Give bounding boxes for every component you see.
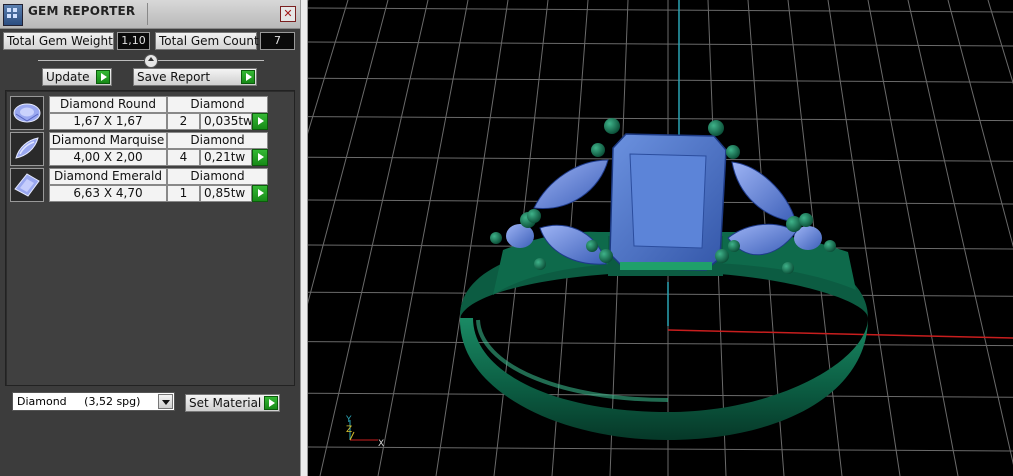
play-arrow-icon bbox=[241, 70, 255, 84]
gem-name: Diamond Marquise bbox=[49, 132, 167, 149]
slider-handle[interactable] bbox=[144, 54, 158, 68]
material-spg: (3,52 spg) bbox=[84, 395, 141, 408]
set-material-button[interactable]: Set Material bbox=[185, 394, 280, 412]
gem-material: Diamond bbox=[167, 132, 268, 149]
total-gem-weight-label: Total Gem Weight bbox=[3, 32, 114, 50]
gem-weight: 0,85tw bbox=[200, 185, 252, 202]
gem-row[interactable]: Diamond Marquise Diamond 4,00 X 2,00 4 0… bbox=[10, 132, 268, 166]
gem-select-button[interactable] bbox=[252, 185, 268, 202]
emerald-table-facet bbox=[629, 153, 707, 249]
axis-triad-y-label: Y bbox=[345, 415, 352, 425]
gem-count: 2 bbox=[167, 113, 200, 130]
save-report-button-label: Save Report bbox=[137, 70, 211, 84]
close-button[interactable]: ✕ bbox=[280, 6, 296, 22]
play-arrow-icon bbox=[96, 70, 110, 84]
gem-count: 1 bbox=[167, 185, 200, 202]
gem-size: 1,67 X 1,67 bbox=[49, 113, 167, 130]
marquise-gem-icon bbox=[10, 132, 44, 166]
gem-select-button[interactable] bbox=[252, 149, 268, 166]
3d-viewport[interactable]: Y Z X bbox=[308, 0, 1013, 476]
gem-material: Diamond bbox=[167, 96, 268, 113]
emerald-girdle bbox=[620, 262, 712, 270]
gem-material: Diamond bbox=[167, 168, 268, 185]
title-bar: GEM REPORTER ✕ bbox=[0, 0, 300, 29]
gem-list: Diamond Round Diamond 1,67 X 1,67 2 0,03… bbox=[5, 90, 295, 386]
update-button-label: Update bbox=[46, 70, 90, 84]
gem-select-button[interactable] bbox=[252, 113, 268, 130]
axis-triad-z-label: Z bbox=[346, 425, 352, 435]
axis-triad-x-label: X bbox=[378, 439, 384, 449]
round-gem-icon bbox=[10, 96, 44, 130]
material-name: Diamond bbox=[17, 395, 67, 408]
panel-splitter[interactable] bbox=[300, 0, 308, 476]
gem-row[interactable]: Diamond Emerald Diamond 6,63 X 4,70 1 0,… bbox=[10, 168, 268, 202]
gem-weight: 0,21tw bbox=[200, 149, 252, 166]
update-button[interactable]: Update bbox=[42, 68, 112, 86]
emerald-gem-icon bbox=[10, 168, 44, 202]
gem-size: 4,00 X 2,00 bbox=[49, 149, 167, 166]
ring-band-front bbox=[459, 318, 868, 440]
gem-reporter-app-icon bbox=[3, 4, 23, 26]
gem-size: 6,63 X 4,70 bbox=[49, 185, 167, 202]
gem-row[interactable]: Diamond Round Diamond 1,67 X 1,67 2 0,03… bbox=[10, 96, 268, 130]
gem-count: 4 bbox=[167, 149, 200, 166]
material-dropdown[interactable]: Diamond (3,52 spg) bbox=[12, 392, 175, 411]
gem-name: Diamond Emerald bbox=[49, 168, 167, 185]
save-report-button[interactable]: Save Report bbox=[133, 68, 257, 86]
total-gem-count-value: 7 bbox=[260, 32, 295, 50]
gem-reporter-panel: GEM REPORTER ✕ Total Gem Weight 1,10 Tot… bbox=[0, 0, 300, 476]
gem-weight: 0,035tw bbox=[200, 113, 252, 130]
title-divider bbox=[147, 3, 148, 25]
x-axis-line bbox=[667, 329, 1013, 339]
total-gem-count-label: Total Gem Count bbox=[155, 32, 259, 50]
axis-triad-icon: Y Z X bbox=[345, 415, 384, 449]
set-material-button-label: Set Material bbox=[189, 396, 262, 410]
gem-name: Diamond Round bbox=[49, 96, 167, 113]
play-arrow-icon bbox=[264, 396, 278, 410]
total-gem-weight-value: 1,10 bbox=[117, 32, 150, 50]
viewport-canvas[interactable]: Y Z X bbox=[308, 0, 1013, 476]
panel-title: GEM REPORTER bbox=[28, 4, 136, 18]
chevron-down-icon[interactable] bbox=[158, 394, 173, 409]
